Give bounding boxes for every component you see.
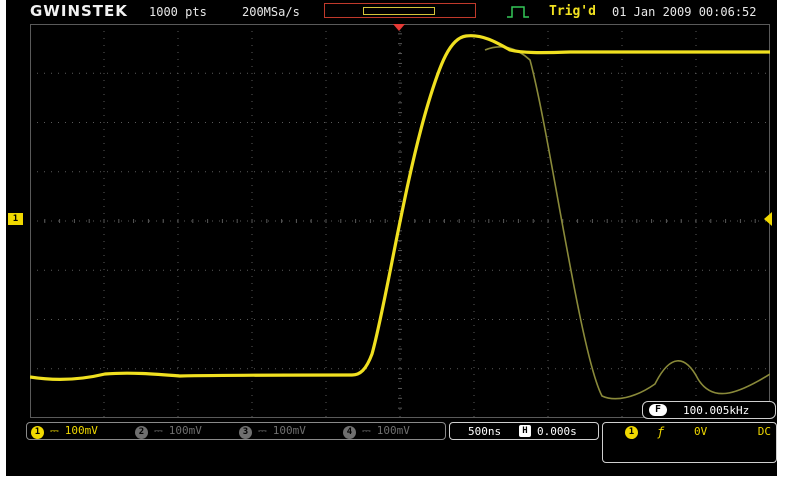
- record-length: 1000 pts: [149, 5, 207, 19]
- sample-rate: 200MSa/s: [242, 5, 300, 19]
- trigger-position-marker-icon: [393, 24, 405, 31]
- frequency-readout: F 100.005kHz: [642, 401, 776, 419]
- channel-1-scale[interactable]: 1 ⎓ 100mV: [31, 424, 98, 439]
- date-time: 01 Jan 2009 00:06:52: [612, 5, 757, 19]
- scope-display: GWINSTEK 1000 pts 200MSa/s Trig'd 01 Jan…: [6, 0, 777, 476]
- memory-window: [324, 3, 476, 18]
- channel-2-scale[interactable]: 2 ⎓ 100mV: [135, 424, 202, 439]
- dc-coupling-icon: ⎓: [50, 424, 59, 437]
- channel-4-scale[interactable]: 4 ⎓ 100mV: [343, 424, 410, 439]
- horizontal-position: 0.000s: [537, 425, 577, 438]
- brand-logo: GWINSTEK: [30, 2, 128, 20]
- horizontal-position-icon: H: [519, 425, 531, 437]
- reference-waveform: [484, 46, 770, 400]
- timebase-scale: 500ns: [468, 425, 502, 438]
- channel-3-scale[interactable]: 3 ⎓ 100mV: [239, 424, 306, 439]
- trigger-coupling: DC: [757, 425, 771, 438]
- status-bar: GWINSTEK 1000 pts 200MSa/s Trig'd 01 Jan…: [6, 0, 777, 24]
- frequency-value: 100.005kHz: [683, 404, 750, 417]
- trigger-status: Trig'd: [549, 4, 596, 19]
- memory-window-view: [363, 7, 435, 15]
- trigger-level-marker-icon: [764, 212, 772, 226]
- trigger-source: 1: [625, 426, 638, 439]
- waveform-graticule: [30, 24, 770, 418]
- channel-1-ground-marker-icon: 1: [8, 213, 23, 225]
- pulse-trigger-icon: [507, 6, 529, 18]
- dc-coupling-icon: ⎓: [258, 424, 267, 437]
- bottom-bar: 1 ⎓ 100mV 2 ⎓ 100mV 3 ⎓ 100mV 4 ⎓ 100mV 500ns H …: [6, 421, 777, 476]
- frequency-icon: F: [649, 404, 667, 416]
- dc-coupling-icon: ⎓: [154, 424, 163, 437]
- timebase-panel[interactable]: 500ns H 0.000s: [449, 422, 599, 440]
- trigger-panel[interactable]: 1 ƒ 0V DC: [602, 422, 777, 463]
- rising-edge-icon: ƒ: [657, 425, 665, 439]
- trigger-level: 0V: [694, 425, 708, 438]
- dc-coupling-icon: ⎓: [362, 424, 371, 437]
- channel-scale-panel: 1 ⎓ 100mV 2 ⎓ 100mV 3 ⎓ 100mV 4 ⎓ 100mV: [26, 422, 446, 440]
